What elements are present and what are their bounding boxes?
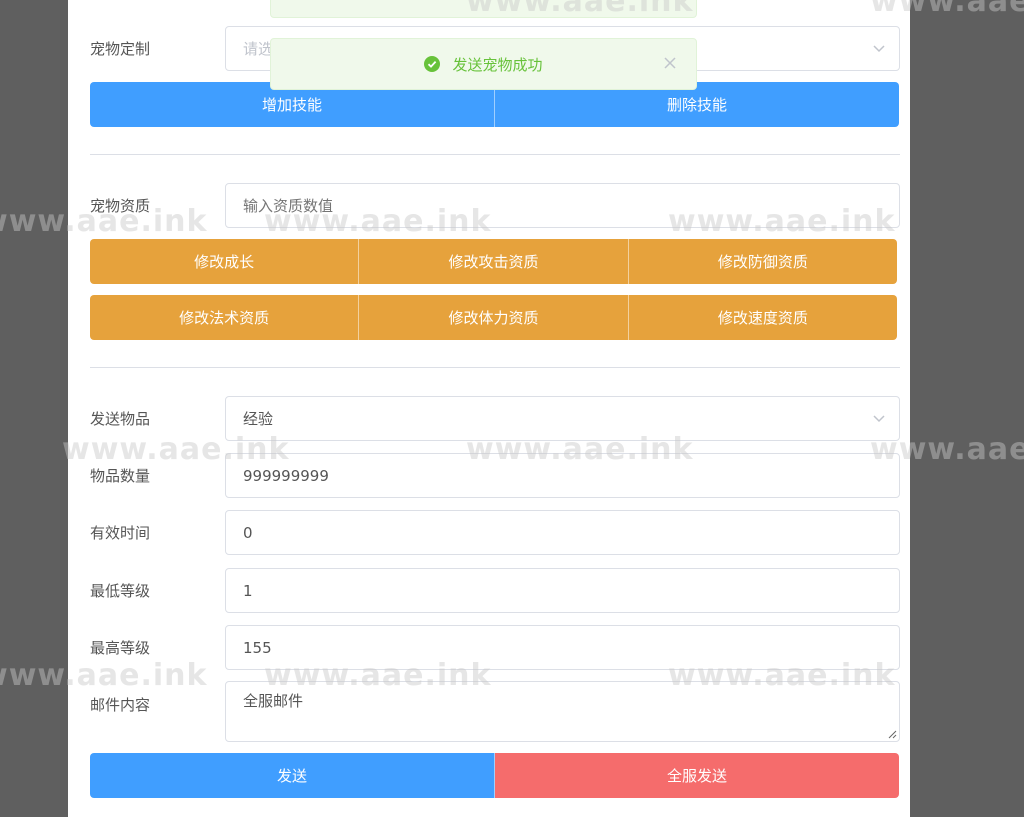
aptitude-input[interactable]: [225, 183, 900, 228]
pet-aptitude-label: 宠物资质: [90, 197, 151, 215]
item-quantity-value: 999999999: [243, 466, 329, 485]
success-toast: 发送宠物成功: [270, 38, 697, 90]
min-level-value: 1: [243, 581, 253, 600]
toast-message: 发送宠物成功: [452, 55, 543, 74]
previous-toast: [270, 0, 697, 18]
item-quantity-label: 物品数量: [90, 467, 151, 485]
max-level-label: 最高等级: [90, 639, 151, 657]
resize-grip-icon[interactable]: [887, 729, 897, 739]
send-item-label: 发送物品: [90, 410, 151, 428]
close-icon[interactable]: [663, 56, 677, 70]
chevron-down-icon: [873, 45, 885, 53]
mail-content-value: 全服邮件: [243, 692, 304, 710]
max-level-value: 155: [243, 638, 272, 657]
aptitude-buttons-row-1: 修改成长 修改攻击资质 修改防御资质: [90, 239, 897, 284]
max-level-input[interactable]: 155: [225, 625, 900, 670]
min-level-label: 最低等级: [90, 582, 151, 600]
valid-time-label: 有效时间: [90, 524, 151, 542]
modify-magic-aptitude-button[interactable]: 修改法术资质: [90, 295, 360, 340]
aptitude-buttons-row-2: 修改法术资质 修改体力资质 修改速度资质: [90, 295, 897, 340]
pet-custom-label: 宠物定制: [90, 40, 151, 58]
send-button-group: 发送 全服发送: [90, 753, 899, 798]
success-check-icon: [424, 56, 441, 72]
item-select[interactable]: 经验: [225, 396, 900, 441]
pet-custom-placeholder: 请选: [243, 40, 274, 58]
send-all-button[interactable]: 全服发送: [495, 753, 899, 798]
mail-content-label: 邮件内容: [90, 696, 151, 714]
modify-stamina-aptitude-button[interactable]: 修改体力资质: [359, 295, 629, 340]
item-select-value: 经验: [243, 410, 274, 428]
valid-time-input[interactable]: 0: [225, 510, 900, 555]
modify-defense-aptitude-button[interactable]: 修改防御资质: [628, 239, 897, 284]
section-divider: [90, 154, 900, 155]
send-button[interactable]: 发送: [90, 753, 495, 798]
section-divider: [90, 367, 900, 368]
chevron-down-icon: [873, 415, 885, 423]
modify-attack-aptitude-button[interactable]: 修改攻击资质: [359, 239, 629, 284]
item-quantity-input[interactable]: 999999999: [225, 453, 900, 498]
modify-speed-aptitude-button[interactable]: 修改速度资质: [628, 295, 897, 340]
modify-growth-button[interactable]: 修改成长: [90, 239, 360, 284]
mail-content-textarea[interactable]: 全服邮件: [225, 681, 900, 742]
min-level-input[interactable]: 1: [225, 568, 900, 613]
valid-time-value: 0: [243, 523, 253, 542]
